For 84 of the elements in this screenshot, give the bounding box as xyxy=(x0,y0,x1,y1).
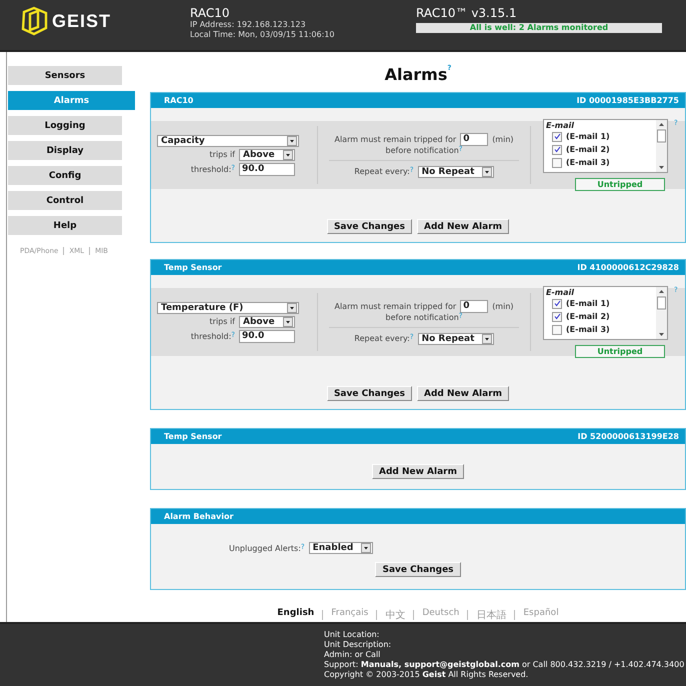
sensor-id: ID 4100000612C29828 xyxy=(577,263,679,272)
firmware-version: RAC10™ v3.15.1 xyxy=(416,6,518,20)
delay-field[interactable]: 0 xyxy=(460,132,488,146)
nav-item[interactable]: Sensors xyxy=(8,66,122,85)
scrollbar[interactable] xyxy=(656,120,667,172)
alarm-state-badge: Untripped xyxy=(575,178,665,191)
caret-icon xyxy=(287,136,297,146)
repeat-select[interactable]: No Repeat xyxy=(418,332,494,344)
action-button[interactable]: Add New Alarm xyxy=(372,464,464,479)
save-button[interactable]: Save Changes xyxy=(375,562,461,577)
threshold-field[interactable]: 90.0 xyxy=(239,162,295,176)
unplugged-label: Unplugged Alerts:$^{?}$ xyxy=(229,544,305,552)
list-title: E-mail xyxy=(546,288,576,297)
checkbox[interactable] xyxy=(552,298,562,308)
device-name: RAC10 xyxy=(190,6,230,20)
threshold-field[interactable]: 90.0 xyxy=(239,330,295,342)
logo-icon xyxy=(20,6,48,36)
status-banner: All is well: 2 Alarms monitored xyxy=(416,23,662,33)
panel-title: Alarm Behavior xyxy=(164,512,234,521)
delay-label: Alarm must remain tripped for xyxy=(334,134,456,144)
condition-select[interactable]: Above xyxy=(239,316,295,328)
recipient-label: (E-mail 2) xyxy=(566,145,610,154)
nav-item[interactable]: Display xyxy=(8,141,122,160)
nav-item[interactable]: Logging xyxy=(8,116,122,135)
nav-item[interactable]: Help xyxy=(8,216,122,235)
notification-label: before notification$^{?}$ xyxy=(386,312,462,322)
action-button[interactable]: Add New Alarm xyxy=(417,386,510,401)
nav-item[interactable]: Control xyxy=(8,191,122,210)
threshold-label: threshold:$^{?}$ xyxy=(190,332,235,340)
logo-text: GEIST xyxy=(52,10,112,32)
sensor-select[interactable]: Temperature (F) xyxy=(157,302,299,314)
action-button[interactable]: Save Changes xyxy=(326,219,412,234)
language-link[interactable]: English xyxy=(277,608,314,622)
checkbox[interactable] xyxy=(552,144,562,154)
list-title: E-mail xyxy=(546,121,576,130)
caret-icon xyxy=(283,150,293,160)
repeat-label: Repeat every:$^{?}$ xyxy=(354,167,414,176)
caret-icon xyxy=(482,166,492,176)
sensor-id: ID 5200000613199E28 xyxy=(578,432,679,441)
email-list[interactable]: E-mail (E-mail 1) (E-mail 2) (E-mail 3) xyxy=(543,286,668,340)
sensor-name: Temp Sensor xyxy=(164,263,222,272)
caret-icon xyxy=(482,334,492,344)
action-button[interactable]: Add New Alarm xyxy=(417,219,510,234)
scrollbar[interactable] xyxy=(656,287,667,339)
condition-select[interactable]: Above xyxy=(239,148,295,160)
nav-item[interactable]: Config xyxy=(8,166,122,185)
recipient-label: (E-mail 3) xyxy=(566,325,610,334)
sensor-id: ID 00001985E3BB2775 xyxy=(576,96,679,105)
footer-text: Admin: or Call xyxy=(324,650,382,660)
local-time: Local Time: Mon, 03/09/15 11:06:10 xyxy=(190,30,336,40)
unit-label: (min) xyxy=(492,302,514,310)
footer-text: Unit Description: xyxy=(324,640,392,650)
footer-text: Copyright © 2003-2015 Geist All Rights Reserved. xyxy=(324,670,530,680)
notification-label: before notification$^{?}$ xyxy=(386,146,462,154)
delay-label: Alarm must remain tripped for xyxy=(334,302,456,310)
delay-field[interactable]: 0 xyxy=(460,300,488,312)
trips-label: trips if xyxy=(208,317,235,326)
footer-text: Support: Manuals, support@geistglobal.com or Call 800.432.3219 / +1.402.474.3400 xyxy=(324,660,686,670)
recipient-label: (E-mail 3) xyxy=(566,158,610,167)
unit-label: (min) xyxy=(492,134,514,144)
email-list[interactable]: E-mail (E-mail 1) (E-mail 2) (E-mail 3) xyxy=(543,119,668,173)
trips-label: trips if xyxy=(208,150,235,159)
ip-address: IP Address: 192.168.123.123 xyxy=(190,20,307,30)
checkbox[interactable] xyxy=(552,312,562,322)
caret-icon xyxy=(287,302,297,312)
action-button[interactable]: Save Changes xyxy=(326,386,412,401)
footer-text: Unit Location: xyxy=(324,630,380,640)
checkbox[interactable] xyxy=(552,324,562,334)
repeat-select[interactable]: No Repeat xyxy=(418,166,494,178)
recipient-label: (E-mail 1) xyxy=(566,132,610,141)
unplugged-select[interactable]: Enabled xyxy=(308,542,373,554)
checkbox[interactable] xyxy=(552,158,562,168)
caret-icon xyxy=(283,316,293,326)
alarm-state-badge: Untripped xyxy=(575,345,665,358)
sensor-name: RAC10 xyxy=(164,96,194,105)
caret-icon xyxy=(360,543,371,553)
sensor-name: Temp Sensor xyxy=(164,432,222,441)
page-title: Alarms$^{?}$ xyxy=(384,65,452,84)
recipient-label: (E-mail 2) xyxy=(566,312,610,321)
threshold-label: threshold:$^{?}$ xyxy=(190,164,235,174)
checkbox[interactable] xyxy=(552,132,562,142)
repeat-label: Repeat every:$^{?}$ xyxy=(354,334,414,343)
sensor-select[interactable]: Capacity xyxy=(157,134,299,146)
recipient-label: (E-mail 1) xyxy=(566,299,610,308)
